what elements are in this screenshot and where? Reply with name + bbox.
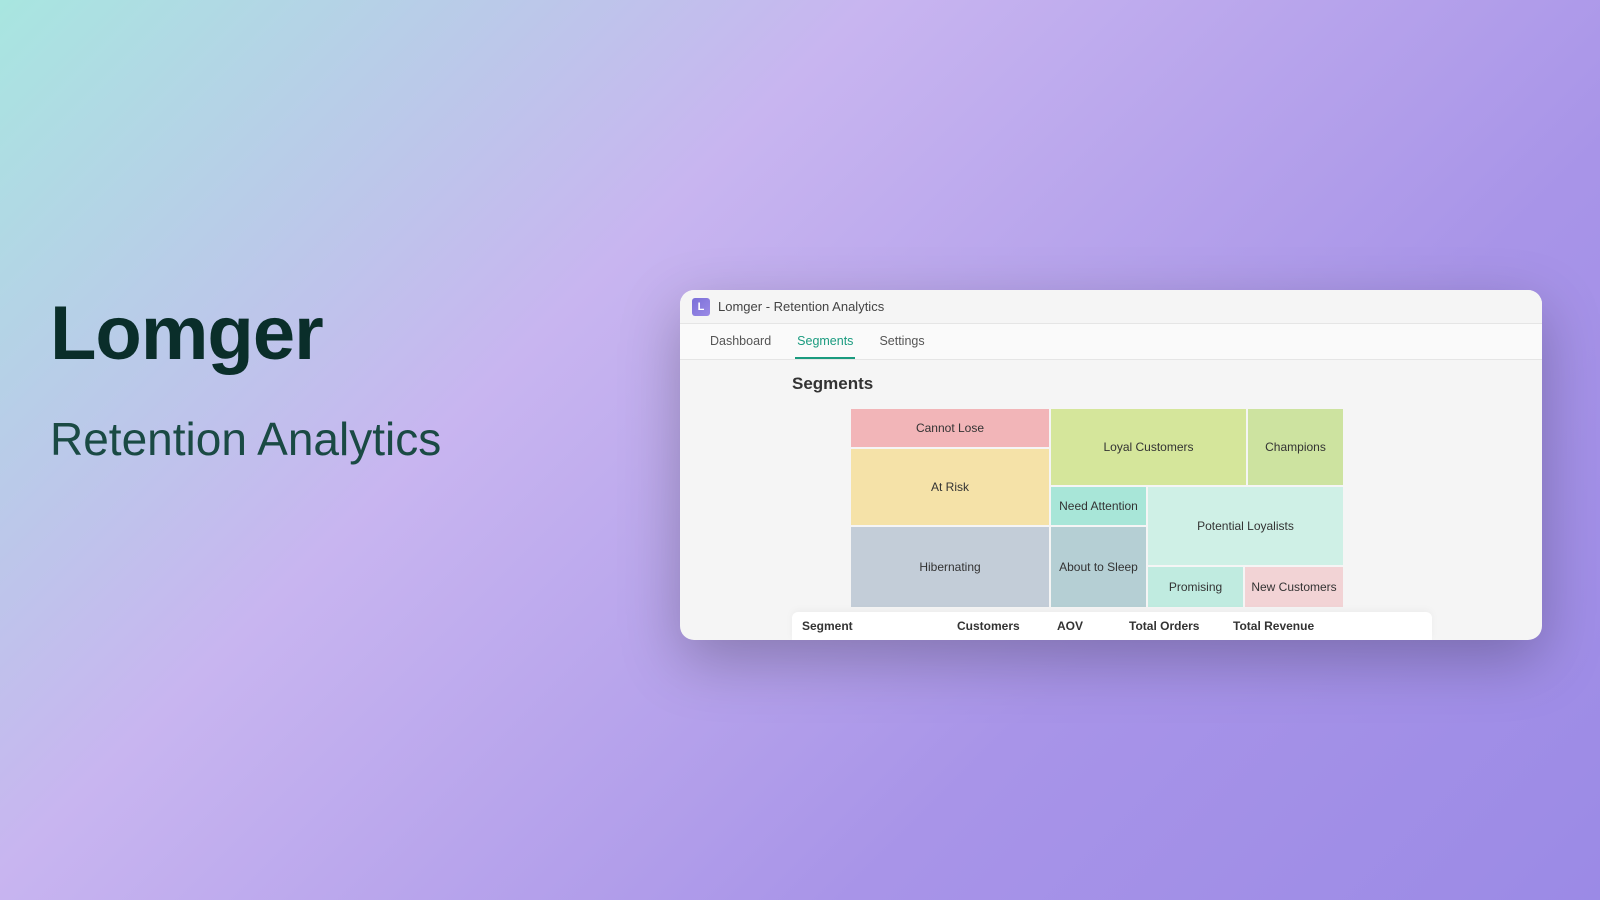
table-header-row: Segment Customers AOV Total Orders Total… (792, 612, 1432, 640)
app-window: L Lomger - Retention Analytics Dashboard… (680, 290, 1542, 640)
table-header-customers[interactable]: Customers (957, 619, 1057, 633)
titlebar: L Lomger - Retention Analytics (680, 290, 1542, 324)
hero-text: Lomger Retention Analytics (50, 290, 441, 466)
tab-segments[interactable]: Segments (795, 325, 855, 359)
window-title: Lomger - Retention Analytics (718, 299, 884, 314)
table-header-total-orders[interactable]: Total Orders (1129, 619, 1233, 633)
segment-tile-new-customers[interactable]: New Customers (1244, 566, 1344, 608)
segment-tile-about-to-sleep[interactable]: About to Sleep (1050, 526, 1147, 608)
segment-tile-at-risk[interactable]: At Risk (850, 448, 1050, 526)
segment-tile-potential-loyalists[interactable]: Potential Loyalists (1147, 486, 1344, 566)
segment-treemap: Cannot Lose At Risk Hibernating Loyal Cu… (850, 408, 1408, 608)
segment-tile-cannot-lose[interactable]: Cannot Lose (850, 408, 1050, 448)
hero-subtitle: Retention Analytics (50, 412, 441, 466)
tab-settings[interactable]: Settings (877, 325, 926, 359)
segment-tile-loyal-customers[interactable]: Loyal Customers (1050, 408, 1247, 486)
tab-dashboard[interactable]: Dashboard (708, 325, 773, 359)
content-area: Segments Cannot Lose At Risk Hibernating… (680, 360, 1542, 608)
segment-tile-champions[interactable]: Champions (1247, 408, 1344, 486)
nav-tabs: Dashboard Segments Settings (680, 324, 1542, 360)
table-header-segment[interactable]: Segment (802, 619, 957, 633)
hero-title: Lomger (50, 290, 441, 377)
section-title: Segments (792, 374, 1542, 394)
app-logo-icon: L (692, 298, 710, 316)
segment-tile-need-attention[interactable]: Need Attention (1050, 486, 1147, 526)
segment-tile-promising[interactable]: Promising (1147, 566, 1244, 608)
table-header-aov[interactable]: AOV (1057, 619, 1129, 633)
segment-tile-hibernating[interactable]: Hibernating (850, 526, 1050, 608)
table-header-total-revenue[interactable]: Total Revenue (1233, 619, 1343, 633)
